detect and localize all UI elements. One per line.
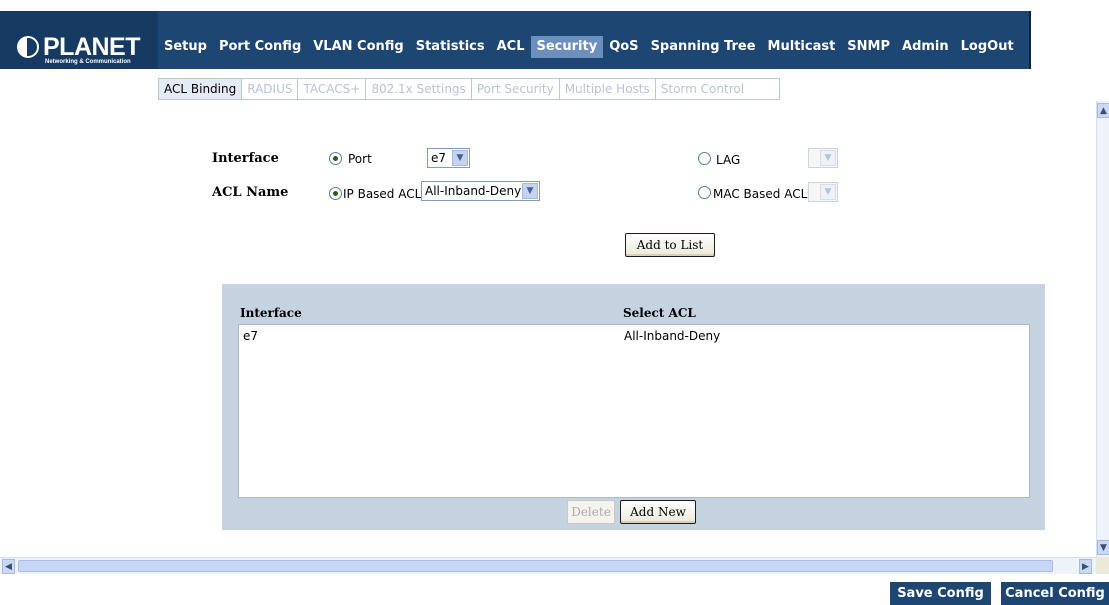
menu-item-logout[interactable]: LogOut [955,36,1020,58]
binding-table: e7 All-Inband-Deny [238,324,1030,498]
planet-logo-icon [17,36,39,58]
ip-based-acl-radio[interactable] [329,187,342,200]
cancel-config-button[interactable]: Cancel Config [1001,582,1109,605]
lag-radio-label: LAG [716,153,741,167]
interface-label: Interface [212,151,279,166]
horizontal-scroll-thumb[interactable] [18,560,1053,572]
row-interface-cell: e7 [243,329,259,343]
submenu-item-radius[interactable]: RADIUS [242,79,299,99]
chevron-down-icon: ▼ [820,150,836,166]
save-config-button[interactable]: Save Config [890,582,991,605]
ip-acl-select[interactable]: All-Inband-Deny ▼ [421,181,540,201]
vertical-scrollbar[interactable]: ▲ ▼ [1096,101,1109,557]
menu-item-security[interactable]: Security [530,36,604,58]
table-row[interactable]: e7 All-Inband-Deny [239,329,1029,345]
main-menu-row: Setup Port Config VLAN Config Statistics… [158,36,1020,58]
port-select[interactable]: e7 ▼ [427,148,470,168]
column-header-interface: Interface [240,306,302,320]
planet-logo: PLANET Networking & Communication [17,34,147,68]
scrollbar-corner [1096,557,1109,574]
submenu-item-multiple-hosts[interactable]: Multiple Hosts [560,79,656,99]
menu-item-statistics[interactable]: Statistics [410,36,491,58]
menu-item-snmp[interactable]: SNMP [841,36,896,58]
add-to-list-button[interactable]: Add to List [625,233,715,257]
ip-based-acl-radio-label: IP Based ACL [343,187,422,201]
brand-name: PLANET [43,33,141,61]
menu-item-setup[interactable]: Setup [158,36,213,58]
footer: Save Config Cancel Config [0,574,1109,605]
main-menu: Setup Port Config VLAN Config Statistics… [158,11,1031,69]
acl-name-label: ACL Name [212,185,289,200]
chevron-down-icon: ▼ [452,150,468,166]
mac-based-acl-radio-label: MAC Based ACL [713,187,808,201]
row-acl-cell: All-Inband-Deny [624,329,721,343]
add-new-button[interactable]: Add New [620,500,696,524]
header: PLANET Networking & Communication Setup … [0,0,1109,101]
mac-acl-select[interactable]: ▼ [808,182,838,202]
scroll-right-icon[interactable]: ▶ [1079,559,1092,574]
column-header-select-acl: Select ACL [623,306,696,320]
port-radio-label: Port [348,152,372,166]
lag-select[interactable]: ▼ [808,148,838,168]
chevron-down-icon: ▼ [522,183,538,199]
lag-radio[interactable] [698,152,711,165]
brand-tagline: Networking & Communication [45,59,131,65]
menu-item-admin[interactable]: Admin [896,36,955,58]
mac-based-acl-radio[interactable] [698,186,711,199]
port-radio[interactable] [329,152,342,165]
menu-item-spanning-tree[interactable]: Spanning Tree [645,36,762,58]
submenu-item-tacacs[interactable]: TACACS+ [298,79,367,99]
menu-item-port-config[interactable]: Port Config [213,36,307,58]
menu-item-multicast[interactable]: Multicast [762,36,842,58]
port-select-value: e7 [431,151,447,165]
scroll-down-icon[interactable]: ▼ [1097,540,1109,555]
scroll-left-icon[interactable]: ◀ [2,559,15,574]
menu-item-vlan-config[interactable]: VLAN Config [307,36,409,58]
submenu-item-storm-control[interactable]: Storm Control [656,79,749,99]
submenu-item-acl-binding[interactable]: ACL Binding [159,79,243,99]
delete-button[interactable]: Delete [567,500,615,524]
submenu-item-8021x-settings[interactable]: 802.1x Settings [366,79,472,99]
chevron-down-icon: ▼ [820,184,836,200]
menu-item-qos[interactable]: QoS [603,36,644,58]
security-submenu: ACL Binding RADIUS TACACS+ 802.1x Settin… [158,78,780,100]
horizontal-scrollbar[interactable]: ◀ ▶ [0,557,1096,574]
scroll-up-icon[interactable]: ▲ [1097,103,1109,118]
logo-bar: PLANET Networking & Communication [0,11,158,69]
menu-item-acl[interactable]: ACL [491,36,531,58]
ip-acl-select-value: All-Inband-Deny [425,184,522,198]
submenu-item-port-security[interactable]: Port Security [472,79,560,99]
